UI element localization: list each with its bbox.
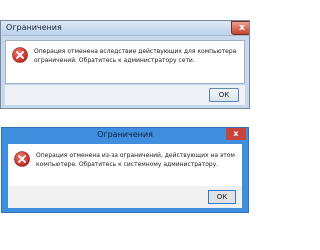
restrictions-dialog-win7: Ограничения x Операция отменена вследств…	[0, 20, 250, 109]
close-icon: x	[233, 129, 239, 138]
ok-button[interactable]: ОК	[208, 190, 236, 204]
screenshot-canvas: Ограничения x Операция отменена вследств…	[0, 0, 250, 250]
error-icon	[12, 47, 28, 63]
restrictions-dialog-win8: Ограничения x Операция отменена из-за ог…	[1, 127, 249, 213]
dialog-content: Операция отменена из-за ограничений, дей…	[8, 144, 242, 186]
error-icon	[14, 151, 30, 167]
dialog-title: Ограничения	[6, 23, 62, 32]
dialog-titlebar[interactable]: Ограничения x	[2, 128, 248, 142]
ok-button[interactable]: ОК	[209, 88, 239, 102]
close-button[interactable]: x	[226, 128, 246, 140]
dialog-title: Ограничения	[97, 130, 153, 139]
dialog-message: Операция отменена из-за ограничений, дей…	[36, 152, 235, 168]
dialog-footer: ОК	[8, 186, 242, 208]
close-button[interactable]: x	[231, 21, 249, 35]
dialog-titlebar[interactable]: Ограничения x	[1, 21, 249, 36]
dialog-footer: ОК	[5, 85, 245, 105]
dialog-content: Операция отменена вследствие действующих…	[5, 40, 245, 84]
dialog-message: Операция отменена вследствие действующих…	[34, 48, 237, 64]
close-icon: x	[239, 23, 245, 33]
